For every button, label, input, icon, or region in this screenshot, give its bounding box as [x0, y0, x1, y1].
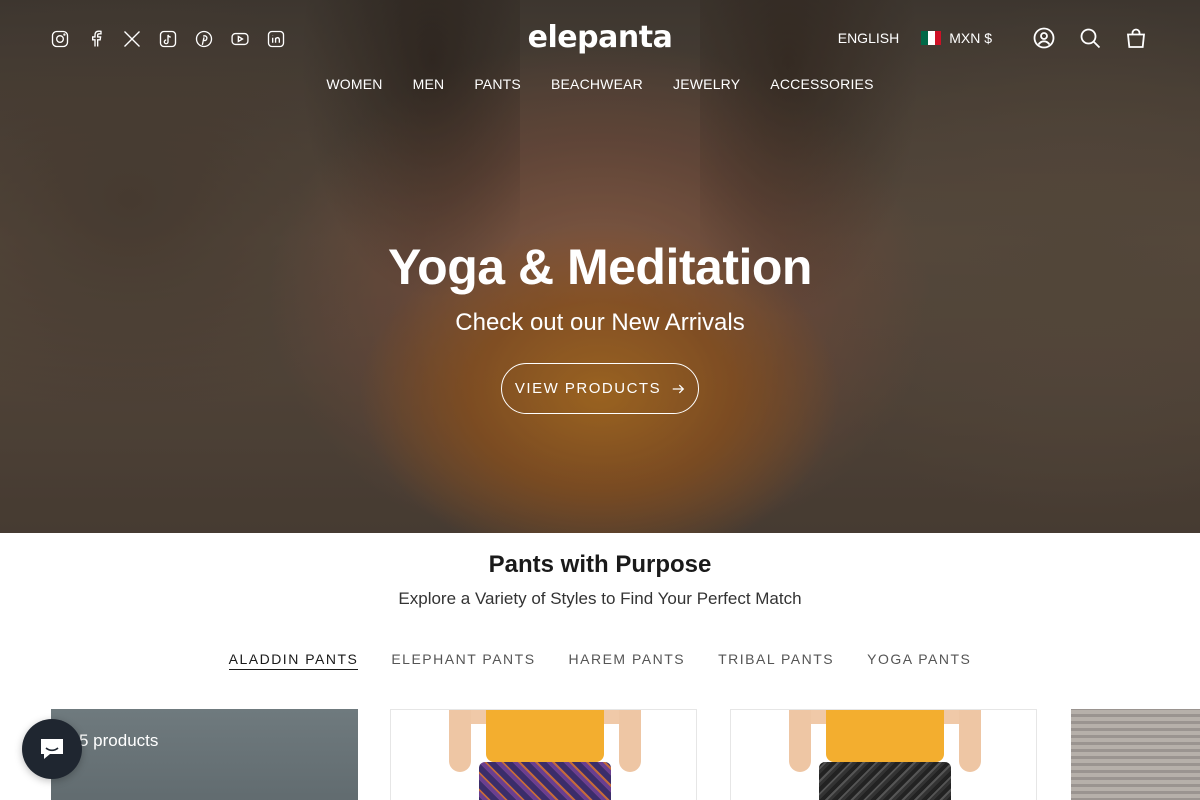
- tab-harem-pants[interactable]: HAREM PANTS: [569, 651, 686, 670]
- hero-title: Yoga & Meditation: [388, 239, 812, 295]
- nav-item-pants[interactable]: PANTS: [474, 76, 521, 92]
- product-image: [486, 710, 604, 762]
- collection-tabs: ALADDIN PANTS ELEPHANT PANTS HAREM PANTS…: [0, 651, 1200, 670]
- section-title: Pants with Purpose: [488, 551, 712, 578]
- cart-icon[interactable]: [1122, 24, 1150, 52]
- currency-selector[interactable]: MXN $: [921, 30, 992, 46]
- hero-banner: elepanta ENGLISH MXN $ WOMEN MEN PANTS B…: [0, 0, 1200, 533]
- product-image: [819, 762, 951, 800]
- tab-aladdin-pants[interactable]: ALADDIN PANTS: [228, 651, 359, 670]
- search-icon[interactable]: [1076, 24, 1104, 52]
- section-subtitle: Explore a Variety of Styles to Find Your…: [398, 589, 802, 608]
- nav-item-men[interactable]: MEN: [413, 76, 445, 92]
- product-carousel: 5 products: [51, 709, 1200, 800]
- tab-yoga-pants[interactable]: YOGA PANTS: [867, 651, 971, 670]
- product-card[interactable]: [1071, 709, 1200, 800]
- account-icon[interactable]: [1030, 24, 1058, 52]
- view-products-label: VIEW PRODUCTS: [514, 380, 662, 397]
- product-image: [789, 710, 811, 772]
- chat-icon: [41, 739, 63, 759]
- header-utilities: ENGLISH MXN $: [838, 24, 1150, 52]
- product-image: [449, 710, 471, 772]
- product-image: [479, 762, 611, 800]
- product-count: 5 products: [79, 731, 159, 750]
- product-image: [959, 710, 981, 772]
- nav-item-women[interactable]: WOMEN: [326, 76, 382, 92]
- tab-elephant-pants[interactable]: ELEPHANT PANTS: [391, 651, 535, 670]
- main-nav: WOMEN MEN PANTS BEACHWEAR JEWELRY ACCESS…: [0, 76, 1200, 92]
- chat-button[interactable]: [22, 719, 82, 779]
- view-products-button[interactable]: VIEW PRODUCTS: [501, 363, 699, 414]
- product-card[interactable]: [390, 709, 697, 800]
- arrow-right-icon: [672, 384, 685, 393]
- mexico-flag-icon: [921, 31, 942, 45]
- language-selector[interactable]: ENGLISH: [838, 30, 899, 46]
- currency-label: MXN $: [949, 30, 992, 46]
- tab-tribal-pants[interactable]: TRIBAL PANTS: [718, 651, 834, 670]
- product-card[interactable]: [730, 709, 1037, 800]
- nav-item-beachwear[interactable]: BEACHWEAR: [551, 76, 643, 92]
- hero-subtitle: Check out our New Arrivals: [455, 309, 745, 336]
- product-image: [826, 710, 944, 762]
- collection-promo-card[interactable]: 5 products: [51, 709, 358, 800]
- nav-item-accessories[interactable]: ACCESSORIES: [770, 76, 873, 92]
- nav-item-jewelry[interactable]: JEWELRY: [673, 76, 740, 92]
- product-image: [619, 710, 641, 772]
